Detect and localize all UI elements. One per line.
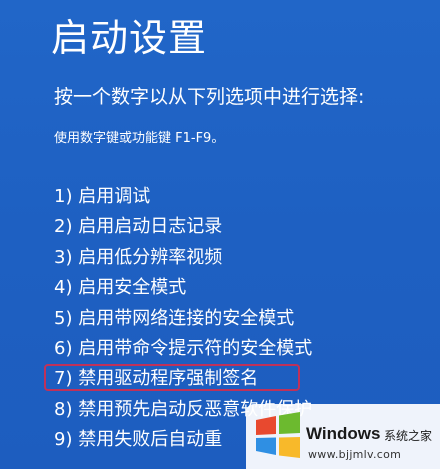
watermark-brand: Windows: [306, 424, 381, 443]
option-6[interactable]: 6) 启用带命令提示符的安全模式: [54, 334, 312, 364]
option-label: 6) 启用带命令提示符的安全模式: [54, 337, 313, 359]
option-2[interactable]: 2) 启用启动日志记录: [54, 212, 312, 242]
watermark-url: www.bjjmlv.com: [308, 448, 402, 461]
option-4[interactable]: 4) 启用安全模式: [54, 273, 312, 303]
watermark: Windows 系统之家 www.bjjmlv.com: [246, 404, 440, 469]
option-5[interactable]: 5) 启用带网络连接的安全模式: [54, 304, 312, 334]
startup-settings-screen: 启动设置 按一个数字以从下列选项中进行选择: 使用数字键或功能键 F1-F9。 …: [0, 0, 440, 469]
option-3[interactable]: 3) 启用低分辨率视频: [54, 243, 312, 273]
option-label: 7) 禁用驱动程序强制签名: [54, 368, 259, 390]
windows-logo-icon: [256, 412, 300, 458]
instruction-text: 按一个数字以从下列选项中进行选择:: [54, 86, 365, 108]
page-title: 启动设置: [51, 16, 208, 60]
option-label: 5) 启用带网络连接的安全模式: [54, 307, 295, 329]
hint-text: 使用数字键或功能键 F1-F9。: [54, 131, 225, 146]
option-label: 1) 启用调试: [54, 186, 151, 207]
option-label: 4) 启用安全模式: [54, 277, 187, 299]
watermark-site-name: 系统之家: [384, 429, 433, 443]
option-label: 3) 启用低分辨率视频: [54, 246, 223, 268]
option-label: 9) 禁用失败后自动重: [54, 429, 223, 451]
option-1[interactable]: 1) 启用调试: [54, 182, 312, 212]
option-label: 2) 启用启动日志记录: [54, 216, 223, 238]
option-7[interactable]: 7) 禁用驱动程序强制签名: [44, 364, 312, 394]
